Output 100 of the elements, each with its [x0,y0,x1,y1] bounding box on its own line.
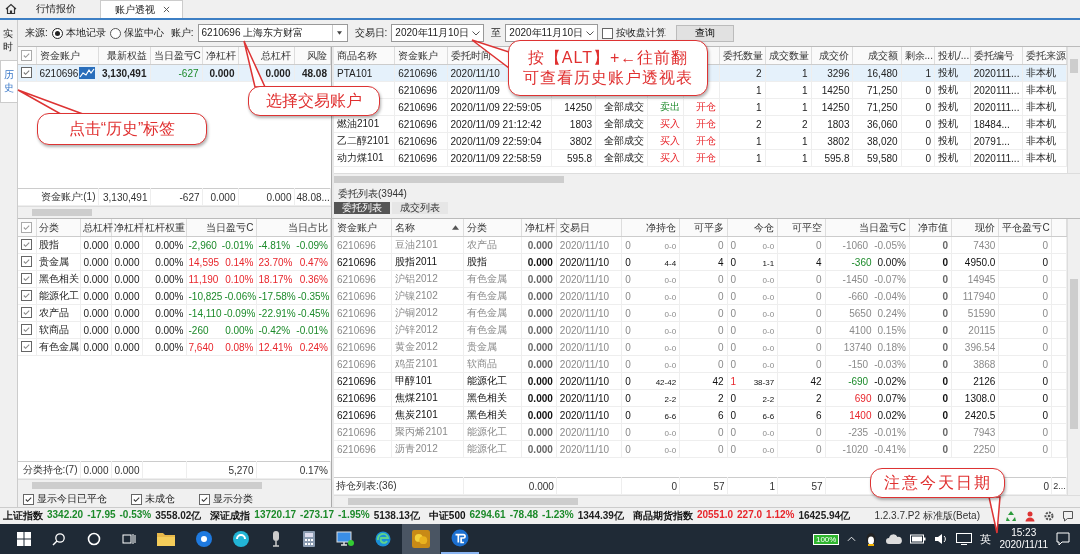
checkbox[interactable] [21,324,33,335]
checkbox[interactable] [21,341,33,352]
column-header[interactable]: 净杠杆 [202,47,238,65]
input-method-indicator[interactable]: 英 [980,531,992,547]
checkbox[interactable] [21,256,33,267]
close-icon[interactable] [163,6,170,13]
column-header[interactable]: 杠杆权重 [142,219,186,237]
tab[interactable]: 账户透视 [100,0,183,18]
vertical-scrollbar[interactable] [1067,219,1080,495]
app-icon[interactable] [196,531,212,547]
column-header[interactable]: 资金账户 [36,47,98,65]
tab[interactable]: 成交列表 [392,202,448,214]
column-header[interactable]: 当日盈亏C [186,219,256,237]
table-row[interactable]: 乙二醇2101 6210696 2020/11/09 22:59:04 3802 全部成交 买入 开仓 1 1 3802 38,020 0 投机 20791... 非本机 [334,132,1067,150]
radio-label[interactable]: 本地记录 [65,26,106,40]
checkbox-label[interactable]: 按收盘计算 [616,26,667,40]
column-header[interactable]: 净市值 [909,219,952,237]
checkbox[interactable] [21,221,33,233]
checkbox[interactable] [23,493,34,505]
column-header[interactable]: 净杠杆 [521,219,557,237]
recycle-icon[interactable] [1005,510,1017,522]
table-cell: 1 [802,152,808,164]
task-view-icon[interactable] [122,532,136,546]
query-button[interactable]: 查询 [676,24,735,42]
clock-date[interactable]: 2020/11/11 [999,539,1048,551]
search-icon[interactable] [52,532,66,546]
horizontal-scrollbar[interactable] [18,206,331,218]
battery-icon[interactable] [910,534,927,544]
column-header[interactable]: 风险 [294,47,331,65]
monitor-icon[interactable] [956,533,973,545]
browser-icon[interactable] [375,531,391,547]
checkbox[interactable] [21,273,33,284]
horizontal-scrollbar[interactable] [334,173,1080,185]
clock-time[interactable]: 15:23 [1011,527,1037,539]
column-header[interactable]: 平仓盈亏C [998,219,1052,237]
table-cell: 2 [679,389,728,407]
column-header[interactable]: 当日盈亏C [825,219,910,237]
column-header[interactable]: 当日盈亏C [150,47,202,65]
circle-icon[interactable] [87,532,101,546]
column-header[interactable]: 可平空 [777,219,826,237]
radio-button[interactable] [109,27,121,39]
checkbox[interactable] [199,493,210,505]
column-header[interactable]: 交易日 [556,219,622,237]
tab[interactable]: 委托列表 [334,202,390,214]
column-header[interactable]: 最新权益 [98,47,150,65]
radio-button[interactable] [51,27,63,39]
column-header[interactable]: 当日占比 [256,219,331,237]
column-header[interactable]: 净持仓 [621,219,680,237]
checkbox[interactable] [602,27,614,39]
caret-icon[interactable] [337,31,343,35]
table-cell: 0.000 [521,287,557,305]
folder-icon[interactable] [157,532,175,546]
checkbox[interactable] [131,493,142,505]
radio-label[interactable]: 保监中心 [123,26,164,40]
calculator-icon[interactable] [303,531,315,547]
person-icon[interactable] [1024,510,1036,522]
checkbox[interactable] [21,49,33,61]
column-header[interactable]: 可平多 [679,219,728,237]
microphone-icon[interactable] [270,531,282,547]
checkbox[interactable] [21,239,33,250]
horizontal-scrollbar[interactable] [18,479,331,491]
gear-icon[interactable] [1043,510,1055,522]
date-picker[interactable]: 2020年11月10日 [391,24,485,42]
column-header[interactable]: 资金账户 [334,219,392,237]
windows-start-icon[interactable] [17,532,31,546]
chart-icon[interactable] [78,67,95,79]
checkbox-label[interactable]: 未成仓 [145,492,175,506]
horizontal-scrollbar[interactable] [334,495,1080,507]
tab[interactable]: 行情报价 [22,0,100,18]
column-header[interactable]: 现价 [951,219,999,237]
speaker-icon[interactable] [934,533,949,545]
table-cell: 0-0 [664,326,677,336]
chevron-up-icon[interactable] [847,536,857,542]
chevron-down-icon[interactable] [472,30,481,36]
column-header[interactable]: 分类 [463,219,522,237]
summary-cell: 57 [679,477,728,495]
cloud-icon[interactable] [886,534,903,544]
notification-icon[interactable] [1056,532,1070,546]
column-header[interactable]: 今仓 [727,219,778,237]
table-cell: 2020/11/09 22:59:05 [450,101,542,113]
column-header[interactable]: 总杠杆 [80,219,111,237]
column-header[interactable]: 分类 [36,219,80,237]
checkbox-label[interactable]: 显示分类 [213,492,253,506]
chevron-down-icon[interactable] [586,30,595,36]
side-tab[interactable]: 历史 [0,60,17,103]
checkbox-label[interactable]: 显示今日已平仓 [37,492,107,506]
chat-icon[interactable] [1062,510,1074,522]
table-row[interactable]: 燃油2101 6210696 2020/11/09 21:12:42 1803 全部成交 买入 开仓 2 2 1803 36,060 0 投机 18484... 非本机 [334,115,1067,133]
vertical-scrollbar[interactable] [1067,47,1080,173]
checkbox[interactable] [21,290,33,301]
side-tab[interactable]: 实时 [0,24,16,57]
table-row[interactable]: 动力煤101 6210696 2020/11/09 22:58:59 595.8 全部成交 买入 开仓 1 1 595.8 59,580 0 投机 2020111... 非本机 [334,149,1067,167]
computer-icon[interactable] [336,531,354,547]
checkbox[interactable] [21,67,33,78]
column-header[interactable]: 名称 [391,219,464,237]
table-cell: 38,020 [867,135,898,147]
table-cell: 有色金属 [463,321,522,339]
table-cell: 投机 [938,101,959,112]
checkbox[interactable] [21,307,33,318]
app-icon[interactable] [233,531,249,547]
